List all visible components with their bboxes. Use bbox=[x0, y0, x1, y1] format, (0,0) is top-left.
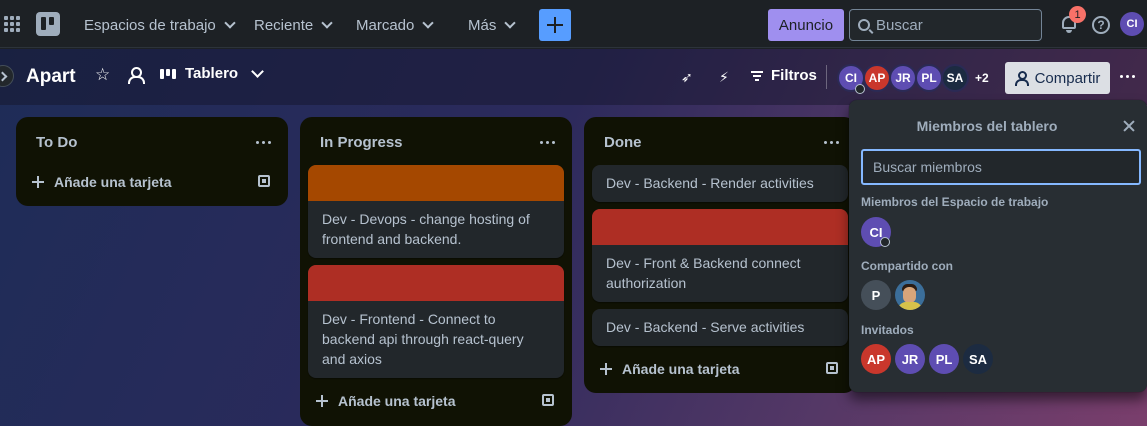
plus-icon bbox=[600, 363, 612, 375]
board-view-label: Tablero bbox=[185, 65, 239, 82]
board-menu-icon[interactable] bbox=[1120, 75, 1135, 78]
member-avatar[interactable]: JR bbox=[889, 64, 917, 92]
board-header: Apart ☆ Tablero ➶ ⚡ Filtros CI AP JR PL … bbox=[0, 49, 1147, 105]
popover-title: Miembros del tablero bbox=[916, 118, 1058, 134]
expand-sidebar-icon[interactable] bbox=[0, 65, 14, 87]
more-menu[interactable]: Más bbox=[468, 12, 517, 38]
workspace-visibility-icon[interactable] bbox=[128, 67, 145, 84]
plus-icon bbox=[32, 176, 44, 188]
card[interactable]: Dev - Backend - Render activities bbox=[592, 165, 848, 202]
workspaces-menu[interactable]: Espacios de trabajo bbox=[84, 12, 236, 38]
member-avatar[interactable]: JR bbox=[895, 344, 925, 374]
add-card-button[interactable]: Añade una tarjeta bbox=[32, 174, 171, 190]
extra-members-count[interactable]: +2 bbox=[975, 71, 989, 85]
list-title[interactable]: In Progress bbox=[320, 134, 403, 151]
card[interactable]: Dev - Front & Backend connect authorizat… bbox=[592, 209, 848, 302]
chevron-down-icon bbox=[224, 16, 236, 29]
card-title: Dev - Devops - change hosting of fronten… bbox=[322, 211, 530, 247]
starred-label: Marcado bbox=[356, 16, 415, 34]
card[interactable]: Dev - Frontend - Connect to backend api … bbox=[308, 265, 564, 378]
shared-with-label: Compartido con bbox=[861, 259, 953, 273]
list-in-progress: In Progress Dev - Devops - change hostin… bbox=[300, 117, 572, 426]
list-actions-icon[interactable] bbox=[540, 141, 555, 144]
chevron-down-icon bbox=[422, 16, 435, 29]
search-box[interactable] bbox=[849, 9, 1042, 41]
trello-logo-icon[interactable] bbox=[36, 12, 60, 36]
search-members-input[interactable] bbox=[861, 149, 1141, 185]
more-label: Más bbox=[468, 16, 497, 34]
add-card-label: Añade una tarjeta bbox=[338, 393, 456, 409]
invited-label: Invitados bbox=[861, 323, 914, 337]
member-avatar[interactable]: AP bbox=[861, 344, 891, 374]
add-card-button[interactable]: Añade una tarjeta bbox=[316, 393, 455, 409]
add-card-label: Añade una tarjeta bbox=[622, 361, 740, 377]
filters-label: Filtros bbox=[771, 67, 817, 84]
app-switcher-icon[interactable] bbox=[4, 16, 20, 32]
list-actions-icon[interactable] bbox=[256, 141, 271, 144]
card-template-icon[interactable] bbox=[542, 394, 554, 406]
member-avatar[interactable]: AP bbox=[863, 64, 891, 92]
chevron-down-icon bbox=[504, 16, 517, 29]
card-cover bbox=[592, 209, 848, 245]
card-title: Dev - Frontend - Connect to backend api … bbox=[322, 311, 524, 367]
add-card-button[interactable]: Añade una tarjeta bbox=[600, 361, 739, 377]
close-icon[interactable] bbox=[1123, 120, 1135, 132]
top-navigation: Espacios de trabajo Reciente Marcado Más… bbox=[0, 0, 1147, 48]
member-avatar[interactable]: SA bbox=[941, 64, 969, 92]
card-cover bbox=[308, 265, 564, 301]
member-avatar[interactable]: SA bbox=[963, 344, 993, 374]
card[interactable]: Dev - Backend - Serve activities bbox=[592, 309, 848, 346]
board-members-popover: Miembros del tablero Miembros del Espaci… bbox=[849, 100, 1147, 392]
add-member-icon bbox=[1014, 71, 1029, 86]
search-input[interactable] bbox=[876, 16, 1036, 34]
list-done: Done Dev - Backend - Render activities D… bbox=[584, 117, 856, 393]
star-icon[interactable]: ☆ bbox=[95, 65, 110, 85]
list-title[interactable]: To Do bbox=[36, 134, 77, 151]
create-button[interactable] bbox=[539, 9, 571, 41]
list-title[interactable]: Done bbox=[604, 134, 642, 151]
list-to-do: To Do Añade una tarjeta bbox=[16, 117, 288, 206]
list-actions-icon[interactable] bbox=[824, 141, 839, 144]
card-cover bbox=[308, 165, 564, 201]
recent-menu[interactable]: Reciente bbox=[254, 12, 333, 38]
help-icon[interactable]: ? bbox=[1092, 16, 1110, 34]
board-view-switcher[interactable]: Tablero bbox=[160, 64, 264, 82]
workspace-admin-icon bbox=[880, 237, 890, 247]
add-card-label: Añade una tarjeta bbox=[54, 174, 172, 190]
workspaces-label: Espacios de trabajo bbox=[84, 16, 216, 34]
plus-icon bbox=[316, 395, 328, 407]
workspace-members-label: Miembros del Espacio de trabajo bbox=[861, 195, 1049, 209]
account-avatar[interactable]: CI bbox=[1120, 12, 1144, 36]
member-avatar[interactable]: PL bbox=[929, 344, 959, 374]
power-ups-rocket-icon[interactable]: ➶ bbox=[681, 69, 693, 86]
header-divider bbox=[826, 65, 827, 89]
notification-count-badge: 1 bbox=[1069, 6, 1086, 23]
filter-icon bbox=[751, 70, 763, 81]
card-template-icon[interactable] bbox=[826, 362, 838, 374]
card-title: Dev - Backend - Serve activities bbox=[606, 319, 805, 335]
search-icon bbox=[858, 19, 870, 31]
automation-lightning-icon[interactable]: ⚡ bbox=[719, 69, 729, 86]
workspace-admin-icon bbox=[855, 84, 865, 94]
filters-button[interactable]: Filtros bbox=[751, 67, 817, 84]
share-button[interactable]: Compartir bbox=[1005, 62, 1110, 94]
chevron-down-icon bbox=[321, 16, 333, 29]
chevron-down-icon bbox=[251, 64, 264, 78]
starred-menu[interactable]: Marcado bbox=[356, 12, 435, 38]
share-label: Compartir bbox=[1034, 69, 1101, 87]
board-title[interactable]: Apart bbox=[26, 66, 76, 88]
member-avatar[interactable]: P bbox=[861, 280, 891, 310]
member-photo-avatar[interactable] bbox=[895, 280, 925, 310]
recent-label: Reciente bbox=[254, 16, 314, 34]
card[interactable]: Dev - Devops - change hosting of fronten… bbox=[308, 165, 564, 258]
board-view-icon bbox=[160, 68, 176, 79]
member-avatar[interactable]: PL bbox=[915, 64, 943, 92]
card-title: Dev - Front & Backend connect authorizat… bbox=[606, 255, 801, 291]
card-title: Dev - Backend - Render activities bbox=[606, 175, 814, 191]
card-template-icon[interactable] bbox=[258, 175, 270, 187]
announcement-button[interactable]: Anuncio bbox=[768, 9, 844, 41]
